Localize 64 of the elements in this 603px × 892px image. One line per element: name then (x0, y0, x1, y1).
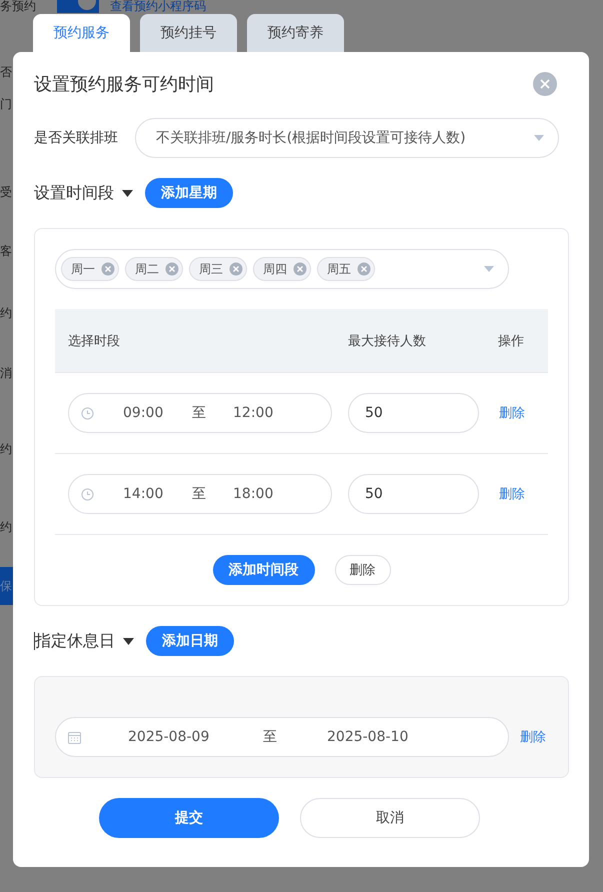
column-header: 选择时段 (68, 332, 121, 350)
time-range-field[interactable]: 14:00 至 18:00 (68, 474, 332, 514)
tag-label: 周四 (263, 260, 287, 278)
dropdown-icon[interactable] (484, 266, 494, 272)
end-time: 18:00 (233, 486, 273, 502)
clock-icon (81, 488, 94, 500)
end-date: 2025-08-10 (327, 729, 410, 745)
form-label: 消 (0, 365, 13, 382)
delete-link[interactable]: 删除 (499, 485, 525, 503)
schedule-select[interactable]: 不关联排班/服务时长(根据时间段设置可接待人数) (135, 118, 559, 158)
caret-icon[interactable] (123, 638, 134, 644)
form-label: 约 (0, 305, 13, 322)
tag-label: 周一 (71, 260, 95, 278)
delete-link[interactable]: 删除 (499, 404, 525, 422)
remove-icon[interactable] (101, 262, 115, 276)
form-label: 约 (0, 441, 13, 458)
date-range-field[interactable]: 2025-08-09 至 2025-08-10 (55, 717, 509, 757)
remove-icon[interactable] (229, 262, 243, 276)
toggle-switch[interactable] (57, 0, 99, 13)
column-header: 最大接待人数 (348, 332, 427, 350)
dropdown-icon[interactable] (534, 135, 544, 141)
tag-label: 周三 (199, 260, 223, 278)
add-time-slot-button[interactable]: 添加时间段 (212, 555, 314, 585)
dialog-title: 设置预约服务可约时间 (34, 73, 214, 96)
remove-icon[interactable] (165, 262, 179, 276)
caret-icon[interactable] (122, 190, 133, 196)
section-title: 指定休息日 (35, 630, 115, 652)
range-separator: 至 (192, 404, 206, 422)
form-label: 客 (0, 243, 13, 260)
tag-label: 周二 (135, 260, 159, 278)
delete-button[interactable]: 删除 (334, 555, 390, 585)
capacity-field[interactable]: 50 (348, 474, 479, 514)
tab[interactable]: 预约服务 (33, 14, 130, 52)
calendar-icon (68, 730, 81, 744)
tag-label: 周五 (327, 260, 351, 278)
field-label: 是否关联排班 (34, 129, 119, 147)
form-label: 受 (0, 184, 13, 201)
start-time: 14:00 (123, 486, 163, 502)
time-range-field[interactable]: 09:00 至 12:00 (68, 393, 332, 433)
start-time: 09:00 (123, 405, 163, 421)
text-cursor (34, 632, 35, 650)
close-icon[interactable] (533, 72, 557, 96)
column-header: 操作 (498, 332, 524, 350)
tab[interactable]: 预约挂号 (140, 14, 237, 52)
form-label: 约 (0, 519, 13, 536)
page-title: 务预约 (0, 0, 36, 13)
section-title: 设置时间段 (34, 182, 114, 204)
remove-icon[interactable] (293, 262, 307, 276)
add-weekday-button[interactable]: 添加星期 (145, 178, 233, 208)
capacity-field[interactable]: 50 (348, 393, 479, 433)
weekday-select[interactable]: 周一 周二 周三 周四 周五 (55, 249, 509, 289)
range-separator: 至 (263, 728, 277, 746)
form-label: 门 (0, 96, 13, 113)
end-time: 12:00 (233, 405, 273, 421)
start-date: 2025-08-09 (128, 729, 210, 745)
delete-link[interactable]: 删除 (520, 728, 546, 746)
clock-icon (81, 406, 94, 420)
add-date-button[interactable]: 添加日期 (146, 626, 234, 656)
cancel-button[interactable]: 取消 (300, 798, 480, 838)
tab[interactable]: 预约寄养 (247, 14, 344, 52)
remove-icon[interactable] (357, 262, 371, 276)
range-separator: 至 (192, 485, 206, 503)
form-label: 否 (0, 64, 13, 81)
submit-button[interactable]: 提交 (99, 798, 279, 838)
